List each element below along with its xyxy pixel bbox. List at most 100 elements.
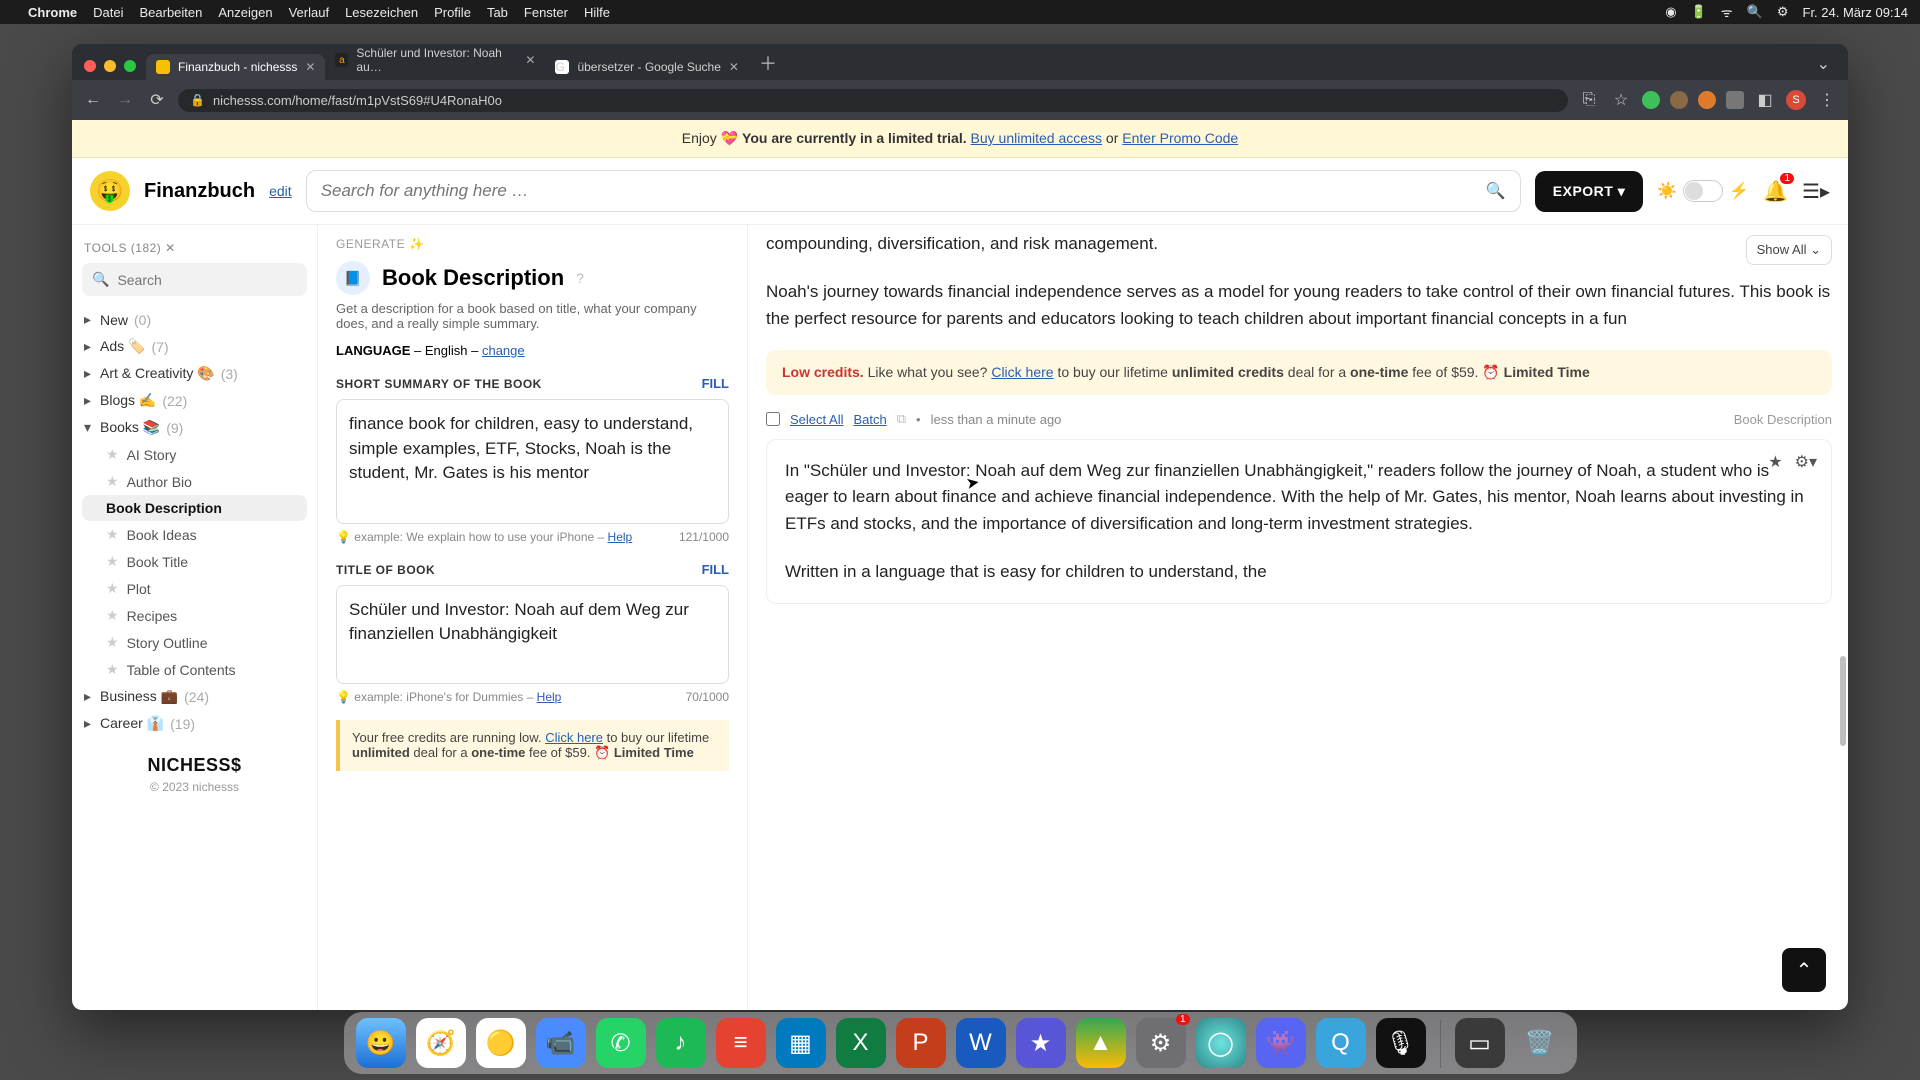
menu-tab[interactable]: Tab xyxy=(487,5,508,20)
scroll-to-top-button[interactable]: ⌃ xyxy=(1782,948,1826,992)
extension-2-icon[interactable] xyxy=(1670,91,1688,109)
global-search-input[interactable] xyxy=(321,181,1486,201)
fill-title-button[interactable]: FILL xyxy=(702,562,729,577)
dock-imovie[interactable]: ★ xyxy=(1016,1018,1066,1068)
tab-close-icon[interactable]: ✕ xyxy=(305,60,315,74)
reload-button[interactable]: ⟳ xyxy=(146,90,168,110)
control-center-icon[interactable]: ⚙ xyxy=(1777,4,1789,20)
dock-excel[interactable]: X xyxy=(836,1018,886,1068)
favorite-star-icon[interactable]: ★ xyxy=(1768,452,1782,472)
trial-promo-link[interactable]: Enter Promo Code xyxy=(1122,130,1238,146)
menu-datei[interactable]: Datei xyxy=(93,5,123,20)
sidebar-sub-toc[interactable]: ★Table of Contents xyxy=(82,656,307,683)
extension-1-icon[interactable] xyxy=(1642,91,1660,109)
chrome-menu-icon[interactable]: ⋮ xyxy=(1816,90,1838,110)
sidebar-sub-book-ideas[interactable]: ★Book Ideas xyxy=(82,521,307,548)
dock-trello[interactable]: ▦ xyxy=(776,1018,826,1068)
title-help-link[interactable]: Help xyxy=(537,690,562,704)
summary-help-link[interactable]: Help xyxy=(608,530,633,544)
dock-powerpoint[interactable]: P xyxy=(896,1018,946,1068)
back-button[interactable]: ← xyxy=(82,91,104,109)
sidebar-item-career[interactable]: ▸Career 👔 (19) xyxy=(82,710,307,737)
sidebar-sub-book-description[interactable]: Book Description xyxy=(82,495,307,521)
menubar-clock[interactable]: Fr. 24. März 09:14 xyxy=(1803,5,1909,20)
dock-siri[interactable]: ◯ xyxy=(1196,1018,1246,1068)
menu-verlauf[interactable]: Verlauf xyxy=(289,5,329,20)
sidebar-sub-recipes[interactable]: ★Recipes xyxy=(82,602,307,629)
tools-search[interactable]: 🔍 xyxy=(82,263,307,296)
select-all-link[interactable]: Select All xyxy=(790,412,843,427)
address-bar[interactable]: 🔒 nichesss.com/home/fast/m1pVstS69#U4Ron… xyxy=(178,89,1568,112)
menu-anzeigen[interactable]: Anzeigen xyxy=(218,5,272,20)
dock-safari[interactable]: 🧭 xyxy=(416,1018,466,1068)
dock-spotify[interactable]: ♪ xyxy=(656,1018,706,1068)
edit-project-link[interactable]: edit xyxy=(269,183,292,199)
low-click-link[interactable]: Click here xyxy=(545,730,603,745)
dock-word[interactable]: W xyxy=(956,1018,1006,1068)
dock-chrome[interactable]: 🟡 xyxy=(476,1018,526,1068)
tools-search-input[interactable] xyxy=(117,272,298,288)
dock-drive[interactable]: ▲ xyxy=(1076,1018,1126,1068)
search-icon[interactable]: 🔍 xyxy=(1486,181,1506,201)
sidepanel-icon[interactable]: ◧ xyxy=(1754,90,1776,110)
sidebar-item-ads[interactable]: ▸Ads 🏷️ (7) xyxy=(82,333,307,360)
help-icon[interactable]: ? xyxy=(576,270,584,286)
change-language-link[interactable]: change xyxy=(482,343,525,358)
dock-voice[interactable]: 🎙 xyxy=(1376,1018,1426,1068)
tabs-dropdown-icon[interactable]: ⌄ xyxy=(1807,48,1840,80)
card-settings-icon[interactable]: ⚙▾ xyxy=(1795,452,1817,472)
tab-google[interactable]: G übersetzer - Google Suche ✕ xyxy=(545,54,748,80)
sidebar-sub-ai-story[interactable]: ★AI Story xyxy=(82,441,307,468)
sidebar-sub-story-outline[interactable]: ★Story Outline xyxy=(82,629,307,656)
menu-profile[interactable]: Profile xyxy=(434,5,471,20)
spotlight-icon[interactable]: 🔍 xyxy=(1747,4,1763,20)
dock-settings[interactable]: ⚙1 xyxy=(1136,1018,1186,1068)
extensions-menu-icon[interactable] xyxy=(1726,91,1744,109)
dock-trash[interactable]: 🗑️ xyxy=(1515,1018,1565,1068)
results-scrollbar[interactable] xyxy=(1840,233,1846,1002)
sidebar-item-books[interactable]: ▾Books 📚 (9) xyxy=(82,414,307,441)
menu-lesezeichen[interactable]: Lesezeichen xyxy=(345,5,418,20)
sidebar-item-blogs[interactable]: ▸Blogs ✍️ (22) xyxy=(82,387,307,414)
sidebar-sub-author-bio[interactable]: ★Author Bio xyxy=(82,468,307,495)
tab-close-icon[interactable]: ✕ xyxy=(729,60,739,74)
zoom-window-icon[interactable] xyxy=(124,60,136,72)
scrollbar-thumb[interactable] xyxy=(1840,656,1846,746)
select-all-checkbox[interactable] xyxy=(766,412,780,426)
fill-summary-button[interactable]: FILL xyxy=(702,376,729,391)
minimize-window-icon[interactable] xyxy=(104,60,116,72)
tab-amazon[interactable]: a Schüler und Investor: Noah au… ✕ xyxy=(325,44,545,80)
batch-link[interactable]: Batch xyxy=(853,412,886,427)
menu-hilfe[interactable]: Hilfe xyxy=(584,5,610,20)
new-tab-button[interactable]: ＋ xyxy=(749,46,787,80)
menubar-app[interactable]: Chrome xyxy=(28,5,77,20)
menu-fenster[interactable]: Fenster xyxy=(524,5,568,20)
wifi-icon[interactable]: ᯤ xyxy=(1721,3,1733,21)
extension-3-icon[interactable] xyxy=(1698,91,1716,109)
sidebar-sub-book-title[interactable]: ★Book Title xyxy=(82,548,307,575)
title-textarea[interactable] xyxy=(336,585,729,685)
dock-finder[interactable]: 😀 xyxy=(356,1018,406,1068)
forward-button[interactable]: → xyxy=(114,91,136,109)
bookmark-star-icon[interactable]: ☆ xyxy=(1610,90,1632,110)
low-click-link[interactable]: Click here xyxy=(991,364,1053,380)
dock-todoist[interactable]: ≡ xyxy=(716,1018,766,1068)
sidebar-item-art[interactable]: ▸Art & Creativity 🎨 (3) xyxy=(82,360,307,387)
notifications-button[interactable]: 🔔1 xyxy=(1763,179,1788,204)
copy-icon[interactable]: ⧉ xyxy=(897,411,906,427)
global-search[interactable]: 🔍 xyxy=(306,170,1521,212)
trial-buy-link[interactable]: Buy unlimited access xyxy=(971,130,1103,146)
dock-quicktime[interactable]: Q xyxy=(1316,1018,1366,1068)
sidebar-sub-plot[interactable]: ★Plot xyxy=(82,575,307,602)
dock-discord[interactable]: 👾 xyxy=(1256,1018,1306,1068)
menu-bearbeiten[interactable]: Bearbeiten xyxy=(139,5,202,20)
battery-icon[interactable]: 🔋 xyxy=(1691,4,1707,20)
window-controls[interactable] xyxy=(80,60,146,80)
show-all-dropdown[interactable]: Show All ⌄ xyxy=(1746,235,1832,265)
tab-close-icon[interactable]: ✕ xyxy=(525,53,535,67)
screenrec-icon[interactable]: ◉ xyxy=(1665,4,1676,20)
hamburger-menu-button[interactable]: ☰▸ xyxy=(1802,179,1830,204)
profile-avatar[interactable]: S xyxy=(1786,90,1806,110)
theme-toggle[interactable] xyxy=(1683,180,1723,202)
dock-app-window[interactable]: ▭ xyxy=(1455,1018,1505,1068)
